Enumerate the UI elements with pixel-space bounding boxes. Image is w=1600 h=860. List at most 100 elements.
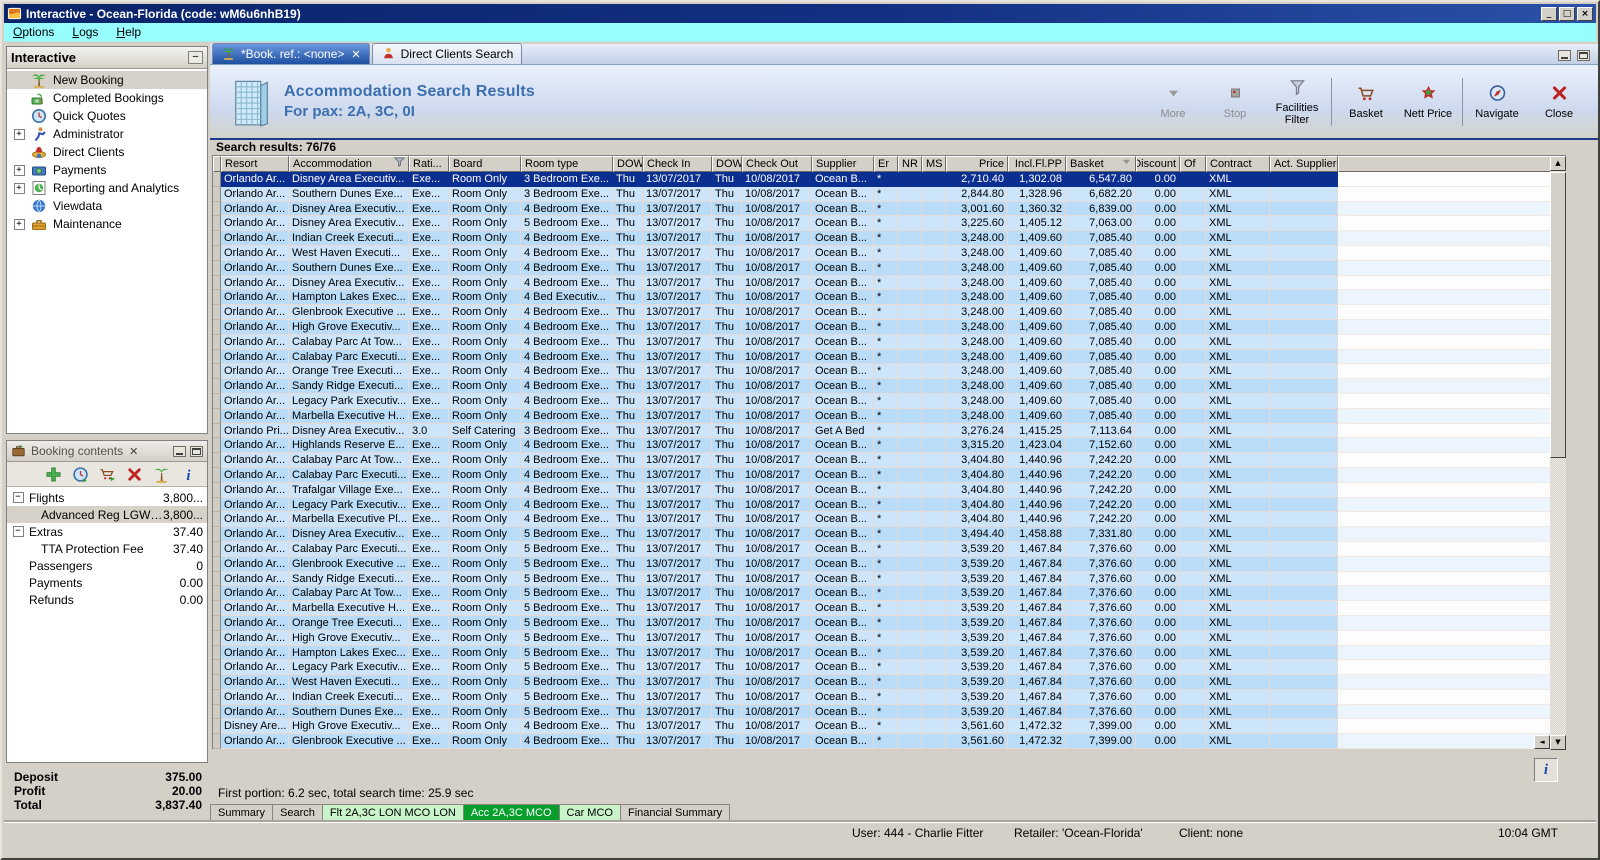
table-row[interactable]: Orlando Ar... Marbella Executive H... Exe.…	[213, 601, 1551, 616]
column-header-check-out[interactable]: Check Out	[742, 156, 812, 172]
booking-item-passengers[interactable]: Passengers 0	[7, 557, 207, 574]
subtab-financial-summary[interactable]: Financial Summary	[619, 804, 731, 821]
table-row[interactable]: Orlando Ar... West Haven Executi... Exe...…	[213, 245, 1551, 261]
row-selector[interactable]	[213, 216, 221, 232]
maximize-window-button[interactable]: □	[1559, 6, 1575, 21]
row-selector[interactable]	[213, 704, 221, 720]
table-row[interactable]: Orlando Ar... Sandy Ridge Executi... Exe..…	[213, 571, 1551, 587]
sidebar-item-quick-quotes[interactable]: Quick Quotes	[7, 107, 207, 125]
expand-icon[interactable]: +	[13, 128, 25, 140]
row-selector[interactable]	[213, 245, 221, 261]
sidebar-item-viewdata[interactable]: Viewdata	[7, 197, 207, 215]
collapse-panel-button[interactable]: —	[188, 51, 203, 64]
column-header-contract[interactable]: Contract	[1206, 156, 1270, 172]
close-tab-icon[interactable]: ✕	[351, 49, 360, 60]
table-row[interactable]: Orlando Ar... Legacy Park Executiv... Exe.…	[213, 393, 1551, 409]
table-row[interactable]: Orlando Ar... West Haven Executi... Exe...…	[213, 675, 1551, 690]
row-selector[interactable]	[213, 379, 221, 394]
row-selector[interactable]	[213, 586, 221, 602]
row-selector[interactable]	[213, 734, 221, 749]
row-selector[interactable]	[213, 467, 221, 483]
column-header-incl-fl-pp[interactable]: Incl.Fl.PP	[1008, 156, 1066, 172]
table-row[interactable]: Orlando Ar... Calabay Parc At Tow... Exe..…	[213, 453, 1551, 468]
expand-icon[interactable]: +	[13, 164, 25, 176]
row-selector[interactable]	[213, 630, 221, 646]
booking-item-flights[interactable]: − Flights 3,800...	[7, 489, 207, 506]
table-row[interactable]: Orlando Ar... Marbella Executive Pl... Exe…	[213, 512, 1551, 528]
table-row[interactable]: Orlando Ar... Legacy Park Executiv... Exe.…	[213, 660, 1551, 676]
column-header-supplier[interactable]: Supplier	[812, 156, 874, 172]
row-selector[interactable]	[213, 660, 221, 676]
row-selector[interactable]	[213, 349, 221, 365]
row-selector[interactable]	[213, 571, 221, 587]
minimize-window-button[interactable]: _	[1541, 6, 1557, 21]
column-header-check-in[interactable]: Check In	[643, 156, 712, 172]
vertical-scrollbar[interactable]: ▲ ▼	[1550, 156, 1566, 750]
table-row[interactable]: Disney Are... High Grove Executiv... Exe..…	[213, 719, 1551, 735]
table-row[interactable]: Orlando Ar... Calabay Parc At Tow... Exe..…	[213, 334, 1551, 350]
collapse-icon[interactable]: −	[12, 492, 24, 503]
availability-icon[interactable]	[72, 466, 89, 483]
row-selector[interactable]	[213, 393, 221, 409]
booking-item-payments[interactable]: Payments 0.00	[7, 574, 207, 591]
sidebar-item-completed-bookings[interactable]: Completed Bookings	[7, 89, 207, 107]
column-header-rati[interactable]: Rati...	[409, 156, 449, 172]
table-row[interactable]: Orlando Ar... Calabay Parc At Tow... Exe..…	[213, 586, 1551, 602]
row-selector[interactable]	[213, 423, 221, 439]
minimize-panel-icon[interactable]	[173, 445, 186, 457]
add-icon[interactable]	[45, 466, 62, 483]
row-selector[interactable]	[213, 186, 221, 202]
table-row[interactable]: Orlando Ar... Disney Area Executiv... Exe.…	[213, 527, 1551, 542]
row-selector[interactable]	[213, 615, 221, 631]
table-row[interactable]: Orlando Ar... Orange Tree Executi... Exe..…	[213, 364, 1551, 380]
column-header-dow[interactable]: DOW	[712, 156, 742, 172]
column-header-resort[interactable]: Resort	[221, 156, 289, 172]
minimize-document-icon[interactable]	[1558, 50, 1571, 61]
column-header-of[interactable]: Of	[1180, 156, 1206, 172]
column-header-act-supplier[interactable]: Act. Supplier	[1270, 156, 1338, 172]
row-selector[interactable]	[213, 290, 221, 306]
close-window-button[interactable]: ×	[1577, 6, 1593, 21]
nett-price-button[interactable]: Nett Price	[1397, 76, 1459, 128]
column-header-dow[interactable]: DOW	[613, 156, 643, 172]
row-selector[interactable]	[213, 512, 221, 528]
row-selector[interactable]	[213, 305, 221, 320]
filter-funnel-icon[interactable]	[393, 157, 406, 171]
sidebar-item-payments[interactable]: + Payments	[7, 161, 207, 179]
table-row[interactable]: Orlando Ar... Legacy Park Executiv... Exe.…	[213, 497, 1551, 513]
table-row[interactable]: Orlando Ar... Glenbrook Executive ... Exe.…	[213, 305, 1551, 320]
row-selector[interactable]	[213, 231, 221, 246]
collapse-icon[interactable]: −	[12, 526, 24, 537]
booking-item-refunds[interactable]: Refunds 0.00	[7, 591, 207, 608]
table-row[interactable]: Orlando Ar... Southern Dunes Exe... Exe...…	[213, 704, 1551, 720]
subtab-search[interactable]: Search	[272, 804, 323, 821]
row-selector[interactable]	[213, 201, 221, 217]
info-button[interactable]: i	[1534, 758, 1558, 782]
row-selector[interactable]	[213, 527, 221, 542]
column-header-er[interactable]: Er	[874, 156, 898, 172]
table-row[interactable]: Orlando Ar... Marbella Executive H... Exe.…	[213, 408, 1551, 424]
subtab-acc-2a-3c-mco[interactable]: Acc 2A,3C MCO	[462, 804, 560, 821]
table-row[interactable]: Orlando Ar... Calabay Parc Executi... Exe.…	[213, 541, 1551, 557]
menu-item-help[interactable]: Help	[107, 23, 150, 41]
row-selector[interactable]	[213, 319, 221, 335]
scroll-left-button[interactable]: ◄	[1534, 735, 1550, 749]
table-row[interactable]: Orlando Ar... Calabay Parc Executi... Exe.…	[213, 349, 1551, 365]
tab-book-ref-none[interactable]: *Book. ref.: <none> ✕	[212, 43, 370, 64]
subtab-flt-2a-3c-lon-mco-lon[interactable]: Flt 2A,3C LON MCO LON	[321, 804, 464, 821]
table-row[interactable]: Orlando Ar... Disney Area Executiv... Exe.…	[213, 201, 1551, 217]
table-row[interactable]: Orlando Ar... Indian Creek Executi... Exe.…	[213, 689, 1551, 705]
sidebar-item-administrator[interactable]: + Administrator	[7, 125, 207, 143]
row-selector[interactable]	[213, 482, 221, 498]
basket-button[interactable]: Basket	[1335, 76, 1397, 128]
navigate-button[interactable]: Navigate	[1466, 76, 1528, 128]
table-row[interactable]: Orlando Ar... Trafalgar Village Exe... Exe…	[213, 482, 1551, 498]
column-header-nr[interactable]: NR	[898, 156, 922, 172]
row-selector[interactable]	[213, 497, 221, 513]
booking-item-tta-protection-fee[interactable]: TTA Protection Fee 37.40	[7, 540, 207, 557]
row-selector[interactable]	[213, 556, 221, 572]
column-header-board[interactable]: Board	[449, 156, 521, 172]
booking-item-advanced-reg-lgw-mco[interactable]: Advanced Reg LGW>MCO3,800...	[7, 506, 207, 523]
sidebar-item-reporting-and-analytics[interactable]: + Reporting and Analytics	[7, 179, 207, 197]
table-row[interactable]: Orlando Ar... Glenbrook Executive ... Exe.…	[213, 734, 1551, 749]
